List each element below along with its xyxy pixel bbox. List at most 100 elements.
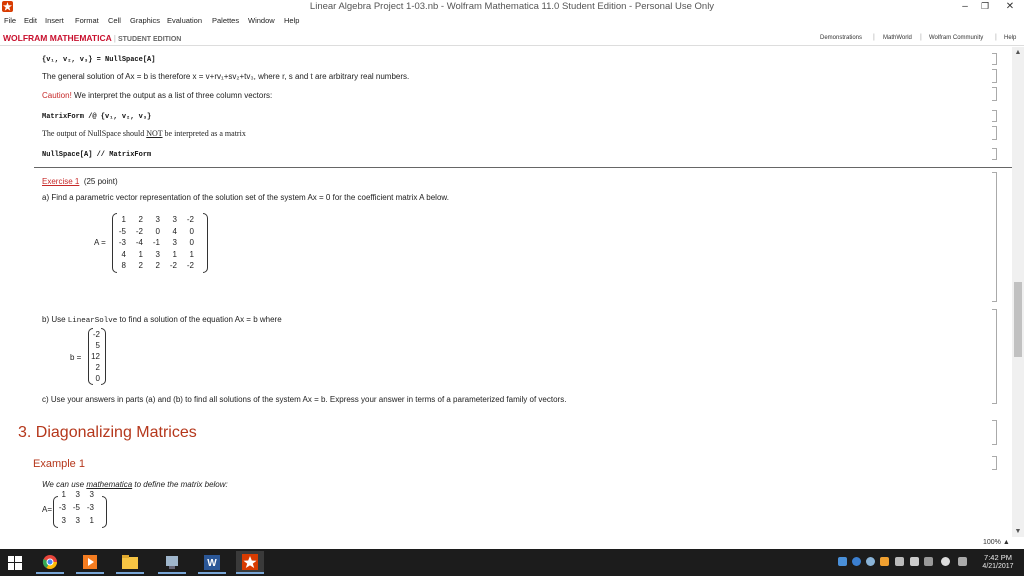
cell-bracket[interactable] <box>992 53 997 65</box>
matrix-entry: 1 <box>189 249 194 259</box>
cell-bracket[interactable] <box>992 148 997 160</box>
exercise-link[interactable]: Exercise 1 <box>42 177 79 186</box>
brand-primary: WOLFRAM MATHEMATICA <box>3 33 112 43</box>
clock-date[interactable]: 4/21/2017 <box>978 563 1018 570</box>
brand: WOLFRAM MATHEMATICA | STUDENT EDITION <box>3 33 181 43</box>
media-icon[interactable] <box>76 551 104 574</box>
windows-start-icon[interactable] <box>8 556 22 570</box>
tray-alert-icon[interactable] <box>880 557 889 566</box>
cell-bracket[interactable] <box>992 69 997 83</box>
link-demonstrations[interactable]: Demonstrations <box>820 35 862 41</box>
tray-app-icon[interactable] <box>838 557 847 566</box>
vector-entry: 0 <box>95 374 100 383</box>
matrix-entry: -5 <box>72 503 80 512</box>
matrix-paren-right <box>203 213 208 273</box>
part-c-text: c) Use your answers in parts (a) and (b)… <box>42 395 567 404</box>
menu-insert[interactable]: Insert <box>45 16 64 25</box>
tray-battery-icon[interactable] <box>924 557 933 566</box>
cell-bracket[interactable] <box>992 87 997 101</box>
cell-bracket[interactable] <box>992 172 997 302</box>
code-nullspace-matrixform[interactable]: NullSpace[A] // MatrixForm <box>42 151 151 159</box>
vector-entry: -2 <box>92 330 100 339</box>
menu-evaluation[interactable]: Evaluation <box>167 16 202 25</box>
scroll-down-icon[interactable]: ▼ <box>1012 528 1024 535</box>
vector-entry: 2 <box>95 363 100 372</box>
cell-bracket[interactable] <box>992 126 997 140</box>
matrix-entry: 1 <box>89 516 94 525</box>
taskbar: W 7:42 PM 4/21/2017 <box>0 549 1024 576</box>
network-app-icon[interactable] <box>158 551 186 574</box>
matrix-entry: 2 <box>155 261 160 270</box>
example-matrix-label: A= <box>42 505 53 514</box>
link-help[interactable]: Help <box>1004 35 1016 41</box>
menu-palettes[interactable]: Palettes <box>212 16 239 25</box>
menu-window[interactable]: Window <box>248 16 275 25</box>
matrix-entry: 0 <box>155 226 160 236</box>
vertical-scrollbar[interactable]: ▲ ▼ <box>1012 47 1024 537</box>
svg-text:W: W <box>207 558 217 569</box>
text-nullspace-note: The output of NullSpace should NOT be in… <box>42 129 246 138</box>
word-icon[interactable]: W <box>198 551 226 574</box>
note-part-2: be interpreted as a matrix <box>164 129 246 138</box>
title-bar: Linear Algebra Project 1-03.nb - Wolfram… <box>0 0 1024 14</box>
zoom-level[interactable]: 100% ▲ <box>983 539 1010 546</box>
vector-label: b = <box>70 353 82 362</box>
matrix-entry: 3 <box>155 215 160 224</box>
part-a-text: a) Find a parametric vector representati… <box>42 193 449 202</box>
matrix-entry: -2 <box>186 261 194 270</box>
matrix-entry: -2 <box>169 261 177 270</box>
menu-edit[interactable]: Edit <box>24 16 37 25</box>
clock-time[interactable]: 7:42 PM <box>978 553 1018 562</box>
part-b-code: LinearSolve <box>67 317 118 325</box>
example-title: Example 1 <box>33 458 85 470</box>
scroll-thumb[interactable] <box>1014 282 1022 357</box>
window-title: Linear Algebra Project 1-03.nb - Wolfram… <box>309 1 715 12</box>
menu-graphics[interactable]: Graphics <box>130 16 160 25</box>
cell-bracket[interactable] <box>992 456 997 470</box>
note-part-1: The output of NullSpace should <box>42 129 145 138</box>
tray-circle-icon[interactable] <box>852 557 861 566</box>
tray-flag-icon[interactable] <box>895 557 904 566</box>
cell-bracket[interactable] <box>992 420 997 445</box>
matrix-entry: 4 <box>172 226 177 236</box>
matrix-entry: 3 <box>172 238 177 247</box>
minimize-button[interactable]: – <box>958 0 972 14</box>
matrix-entry: -3 <box>118 238 126 247</box>
cell-bracket[interactable] <box>992 309 997 404</box>
menu-file[interactable]: File <box>4 16 16 25</box>
example-text: We can use mathematica to define the mat… <box>42 480 228 489</box>
scroll-up-icon[interactable]: ▲ <box>1012 49 1024 56</box>
code-matrixform[interactable]: MatrixForm /@ {v₁, v₂, v₃} <box>42 113 151 121</box>
notebook[interactable]: {v₁, v₂, v₃} = NullSpace[A] The general … <box>0 47 1012 537</box>
matrix-entry: 3 <box>75 516 80 525</box>
file-explorer-icon[interactable] <box>116 551 144 574</box>
tray-globe-icon[interactable] <box>866 557 875 566</box>
link-separator: | <box>920 34 922 41</box>
matrix-entry: 1 <box>121 215 126 224</box>
menu-format[interactable]: Format <box>75 16 99 25</box>
menu-cell[interactable]: Cell <box>108 16 121 25</box>
matrix-entry: 0 <box>189 226 194 236</box>
mathematica-taskbar-icon[interactable] <box>236 551 264 574</box>
link-mathworld[interactable]: MathWorld <box>883 35 912 41</box>
tray-keyboard-icon[interactable] <box>958 557 967 566</box>
zoom-up-icon[interactable]: ▲ <box>1003 539 1010 546</box>
link-wolfram-community[interactable]: Wolfram Community <box>929 35 983 41</box>
link-separator: | <box>995 34 997 41</box>
tray-volume-icon[interactable] <box>941 557 950 566</box>
close-button[interactable]: ✕ <box>996 0 1024 14</box>
matrix-entry: 1 <box>138 249 143 259</box>
matrix-entry: 2 <box>138 215 143 224</box>
example-link[interactable]: mathematica <box>86 480 132 489</box>
menu-help[interactable]: Help <box>284 16 299 25</box>
part-b-text: b) Use LinearSolve to find a solution of… <box>42 315 282 325</box>
menu-bar: File Edit Insert Format Cell Graphics Ev… <box>0 14 1024 30</box>
chrome-icon[interactable] <box>36 551 64 574</box>
code-nullspace[interactable]: {v₁, v₂, v₃} = NullSpace[A] <box>42 56 155 64</box>
cell-bracket[interactable] <box>992 110 997 122</box>
vector-entry: 5 <box>95 341 100 350</box>
matrix-entry: 3 <box>155 249 160 259</box>
matrix-entry: -3 <box>58 503 66 512</box>
maximize-button[interactable]: ❐ <box>978 0 992 14</box>
tray-network-icon[interactable] <box>910 557 919 566</box>
